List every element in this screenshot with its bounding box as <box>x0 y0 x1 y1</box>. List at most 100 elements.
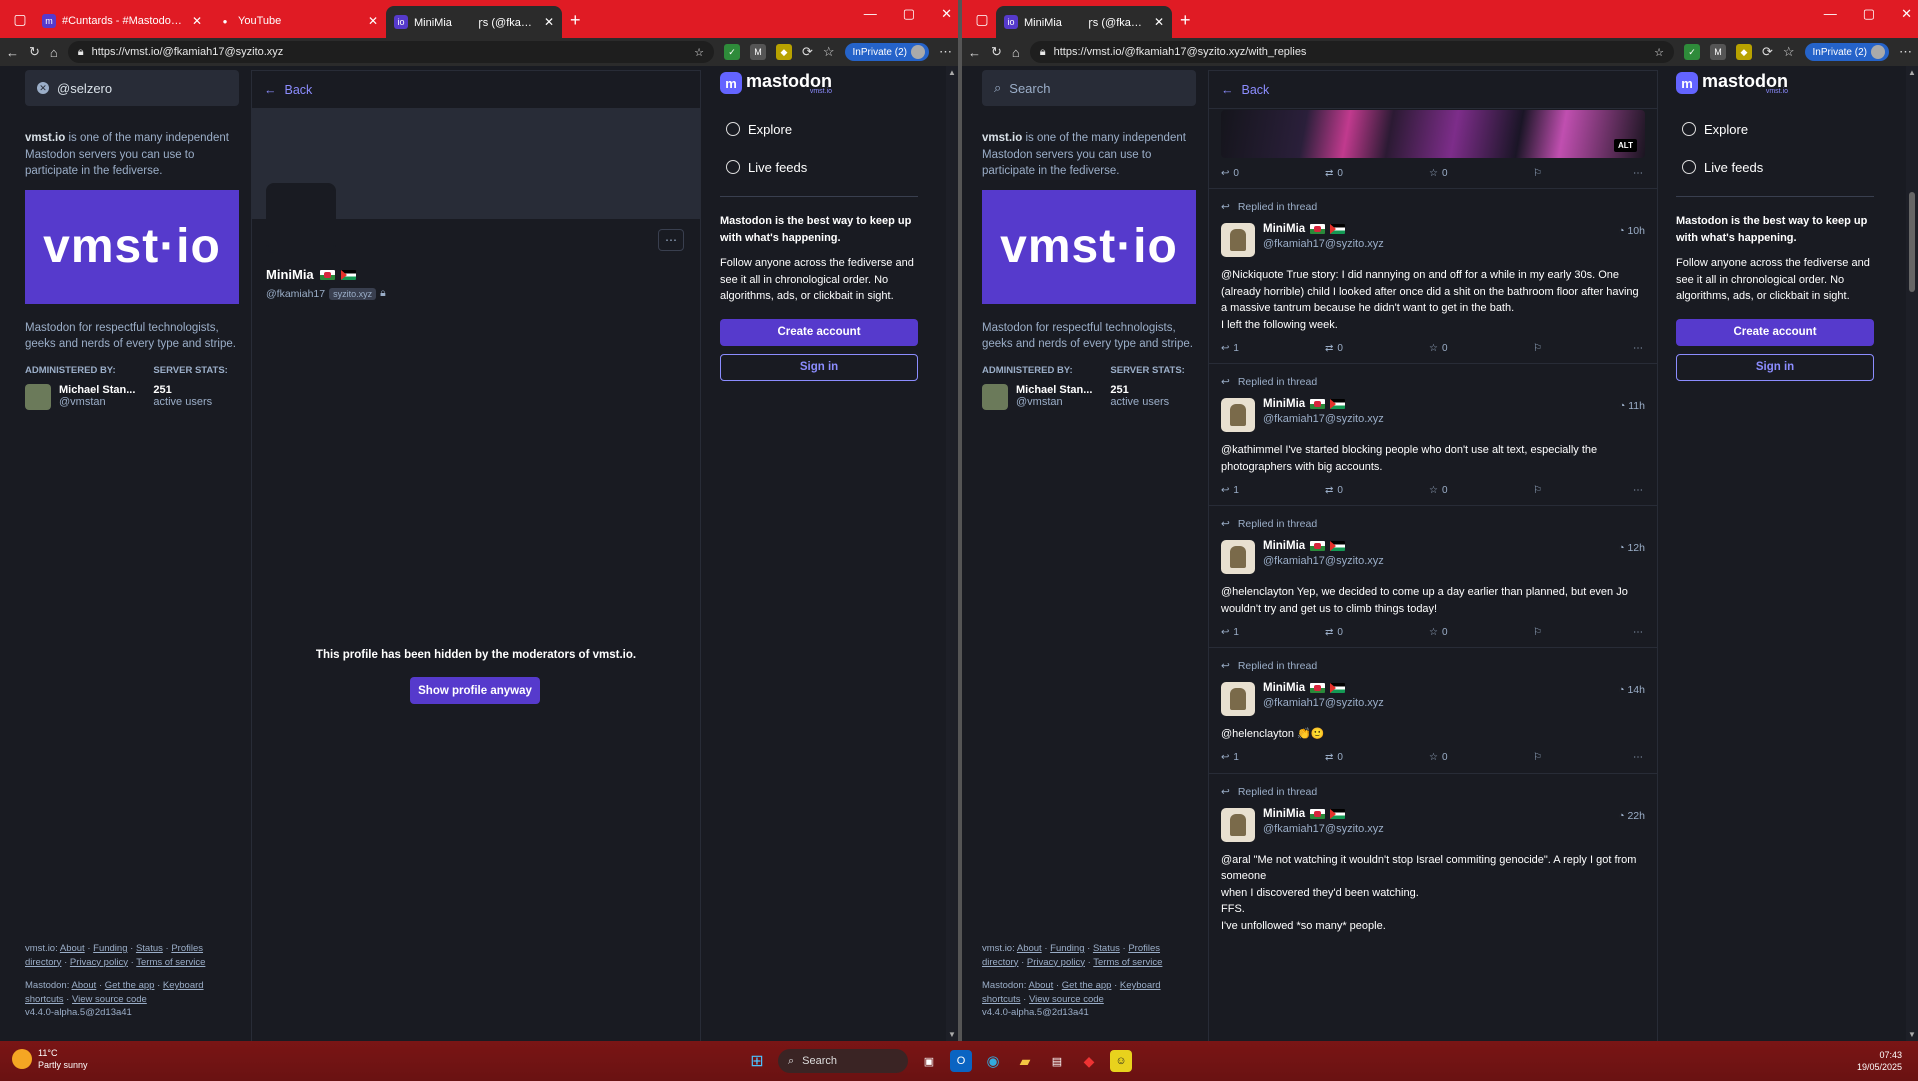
mention-link[interactable]: @helenclayton <box>1221 586 1294 598</box>
extension-m-icon[interactable]: M <box>1709 44 1726 60</box>
outlook-icon[interactable]: O <box>950 1050 972 1072</box>
clear-search-icon[interactable]: ✕ <box>37 82 49 94</box>
mention-link[interactable]: @Nickiquote <box>1221 269 1284 281</box>
server-name[interactable]: vmst.io <box>25 132 65 144</box>
reply-button[interactable]: ↩ 0 <box>1221 168 1325 179</box>
back-button[interactable]: ← Back <box>252 71 700 109</box>
nav-live-feeds[interactable]: Live feeds <box>1676 148 1874 186</box>
scroll-up-icon[interactable]: ▲ <box>948 68 956 77</box>
tab-actions-icon[interactable]: ▢ <box>968 5 996 33</box>
bookmark-icon[interactable]: ⚐ <box>1533 343 1633 354</box>
scroll-down-icon[interactable]: ▼ <box>1908 1030 1916 1039</box>
create-account-button[interactable]: Create account <box>1676 318 1874 346</box>
yellow-app-icon[interactable]: ☺ <box>1110 1050 1132 1072</box>
avatar[interactable] <box>1221 540 1255 574</box>
close-window-icon[interactable]: ✕ <box>941 6 952 22</box>
new-tab-button[interactable]: + <box>1172 10 1199 31</box>
close-tab-icon[interactable]: ✕ <box>192 14 202 28</box>
more-menu-icon[interactable]: ⋯ <box>1899 44 1912 60</box>
footer-link-privacy[interactable]: Privacy policy <box>70 957 128 968</box>
tab-minimia[interactable]: io MiniMia ㅤㅤ ꞅs (@fkamiah17@syzi ✕ <box>996 6 1172 38</box>
tab-youtube[interactable]: ● YouTube ✕ <box>210 6 386 36</box>
close-tab-icon[interactable]: ✕ <box>368 14 378 28</box>
scrollbar[interactable]: ▲ ▼ <box>1906 66 1918 1041</box>
avatar[interactable] <box>1221 398 1255 432</box>
reply-button[interactable]: ↩ 1 <box>1221 627 1325 638</box>
scroll-up-icon[interactable]: ▲ <box>1908 68 1916 77</box>
post-author[interactable]: MiniMia <box>1263 540 1384 552</box>
status-post[interactable]: ↩ Replied in thread MiniMia @fkamiah17@syz… <box>1209 188 1657 363</box>
footer-link-source[interactable]: View source code <box>72 994 147 1005</box>
favorite-star-icon[interactable]: ☆ <box>694 46 704 59</box>
footer-link-terms[interactable]: Terms of service <box>136 957 205 968</box>
home-icon[interactable]: ⌂ <box>1012 45 1020 60</box>
status-post[interactable]: ↩ Replied in thread MiniMia @fkamiah17@syz… <box>1209 363 1657 505</box>
minimize-icon[interactable]: — <box>1824 6 1837 22</box>
show-profile-button[interactable]: Show profile anyway <box>410 677 540 704</box>
reply-button[interactable]: ↩ 1 <box>1221 485 1325 496</box>
search-input[interactable]: ✕ @selzero <box>25 70 239 106</box>
boost-button[interactable]: ⇄ 0 <box>1325 485 1429 496</box>
bookmark-icon[interactable]: ⚐ <box>1533 752 1633 763</box>
back-arrow-icon[interactable]: ← <box>6 45 19 60</box>
status-post[interactable]: ↩ Replied in thread MiniMia @fkamiah17@syz… <box>1209 505 1657 647</box>
windows-start-icon[interactable]: ⊞ <box>746 1050 768 1072</box>
tab-actions-icon[interactable]: ▢ <box>6 5 34 33</box>
favourite-button[interactable]: ☆ 0 <box>1429 752 1533 763</box>
more-icon[interactable]: ⋯ <box>1633 168 1643 179</box>
footer-link-get-app[interactable]: Get the app <box>105 980 155 991</box>
favorites-icon[interactable]: ☆ <box>1783 44 1795 60</box>
favourite-button[interactable]: ☆ 0 <box>1429 485 1533 496</box>
sign-in-button[interactable]: Sign in <box>1676 353 1874 381</box>
close-window-icon[interactable]: ✕ <box>1901 6 1912 22</box>
nav-explore[interactable]: Explore <box>720 110 918 148</box>
status-post[interactable]: ↩ Replied in thread MiniMia @fkamiah17@syz… <box>1209 647 1657 773</box>
address-bar[interactable]: 🔒︎ https://vmst.io/@fkamiah17@syzito.xyz… <box>67 41 714 63</box>
footer-link-about[interactable]: About <box>60 943 85 954</box>
edge-browser-icon[interactable]: ◉ <box>982 1050 1004 1072</box>
bookmark-icon[interactable]: ⚐ <box>1533 627 1633 638</box>
post-author[interactable]: MiniMia <box>1263 223 1384 235</box>
alt-badge[interactable]: ALT <box>1614 139 1637 152</box>
server-name[interactable]: vmst.io <box>982 132 1022 144</box>
reply-button[interactable]: ↩ 1 <box>1221 752 1325 763</box>
footer-link-privacy[interactable]: Privacy policy <box>1027 957 1085 968</box>
taskbar-search[interactable]: ⌕ Search <box>778 1049 908 1073</box>
post-time[interactable]: ◔ 12h <box>1618 542 1645 554</box>
extension-shield-icon[interactable]: ◆ <box>1735 44 1752 60</box>
tab-minimia[interactable]: io MiniMia ㅤㅤ ꞅs (@fkamiah17@syzi ✕ <box>386 6 562 38</box>
more-icon[interactable]: ⋯ <box>1633 752 1643 763</box>
extension-m-icon[interactable]: M <box>749 44 766 60</box>
new-tab-button[interactable]: + <box>562 10 589 31</box>
refresh-icon[interactable]: ↻ <box>991 44 1002 60</box>
favourite-button[interactable]: ☆ 0 <box>1429 168 1533 179</box>
maximize-icon[interactable]: ▢ <box>1863 6 1875 22</box>
nav-explore[interactable]: Explore <box>1676 110 1874 148</box>
post-time[interactable]: ◔ 10h <box>1618 225 1645 237</box>
extensions-icon[interactable]: ⟳ <box>802 44 813 60</box>
mention-link[interactable]: @aral <box>1221 854 1251 866</box>
mastodon-logo[interactable]: m mastodon vmst.io <box>1676 70 1874 96</box>
refresh-icon[interactable]: ↻ <box>29 44 40 60</box>
extension-check-icon[interactable]: ✓ <box>1683 44 1700 60</box>
extension-shield-icon[interactable]: ◆ <box>775 44 792 60</box>
sign-in-button[interactable]: Sign in <box>720 353 918 381</box>
post-author[interactable]: MiniMia <box>1263 682 1384 694</box>
post-author[interactable]: MiniMia <box>1263 808 1384 820</box>
avatar[interactable] <box>1221 682 1255 716</box>
footer-link-terms[interactable]: Terms of service <box>1093 957 1162 968</box>
favorite-star-icon[interactable]: ☆ <box>1654 46 1664 59</box>
scroll-thumb[interactable] <box>1909 192 1915 292</box>
more-icon[interactable]: ⋯ <box>1633 485 1643 496</box>
boost-button[interactable]: ⇄ 0 <box>1325 752 1429 763</box>
boost-button[interactable]: ⇄ 0 <box>1325 168 1429 179</box>
reply-button[interactable]: ↩ 1 <box>1221 343 1325 354</box>
scroll-down-icon[interactable]: ▼ <box>948 1030 956 1039</box>
admin-account[interactable]: Michael Stan... @vmstan <box>25 383 135 410</box>
system-clock[interactable]: 07:43 19/05/2025 <box>1857 1049 1902 1073</box>
file-explorer-icon[interactable]: ▰ <box>1014 1050 1036 1072</box>
profile-menu-button[interactable]: ⋯ <box>658 229 684 251</box>
admin-account[interactable]: Michael Stan... @vmstan <box>982 383 1092 410</box>
avatar[interactable] <box>1221 807 1255 842</box>
tab-cuntards[interactable]: m #Cuntards - #MastodonSpyBalloo ✕ <box>34 6 210 36</box>
